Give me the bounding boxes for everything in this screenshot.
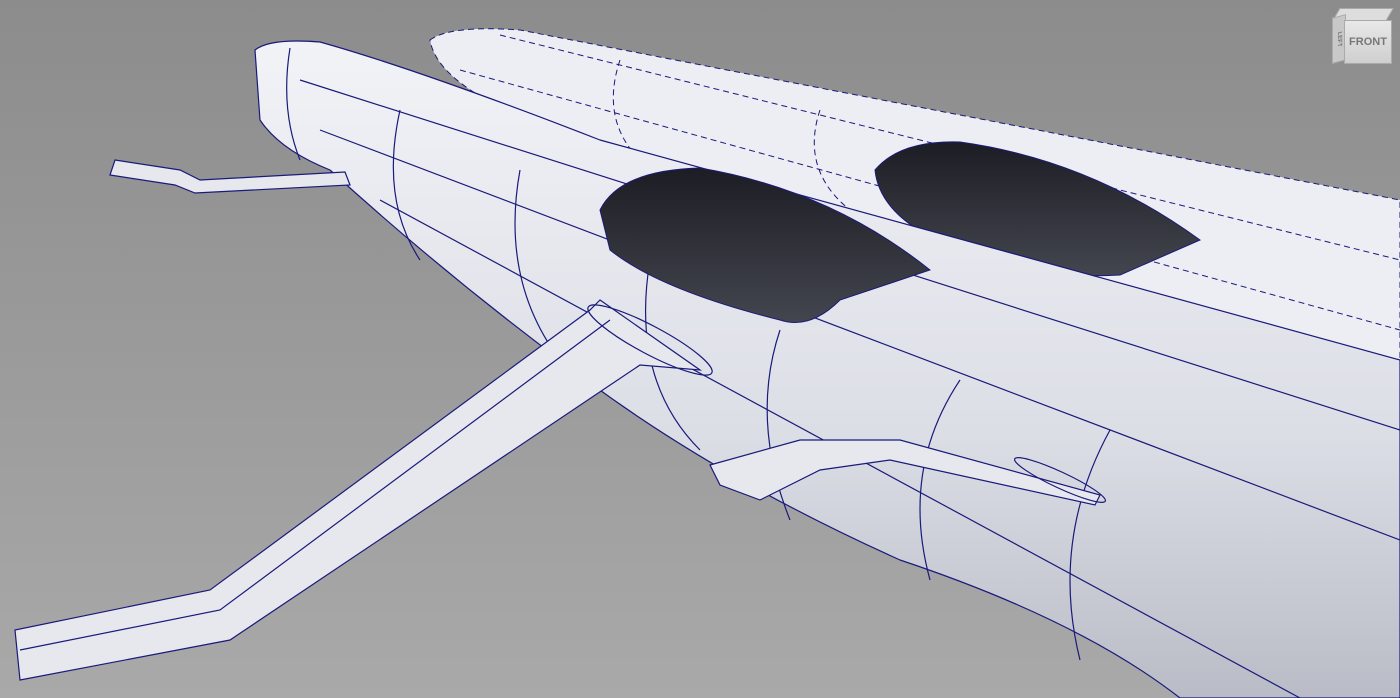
left-rear-wing (109, 159, 351, 194)
view-cube[interactable]: LEFT FRONT (1330, 6, 1394, 64)
left-front-wing (14, 299, 703, 681)
model-render (14, 28, 1400, 698)
view-cube-front-face[interactable]: FRONT (1344, 20, 1392, 64)
3d-viewport[interactable]: LEFT FRONT (0, 0, 1400, 698)
